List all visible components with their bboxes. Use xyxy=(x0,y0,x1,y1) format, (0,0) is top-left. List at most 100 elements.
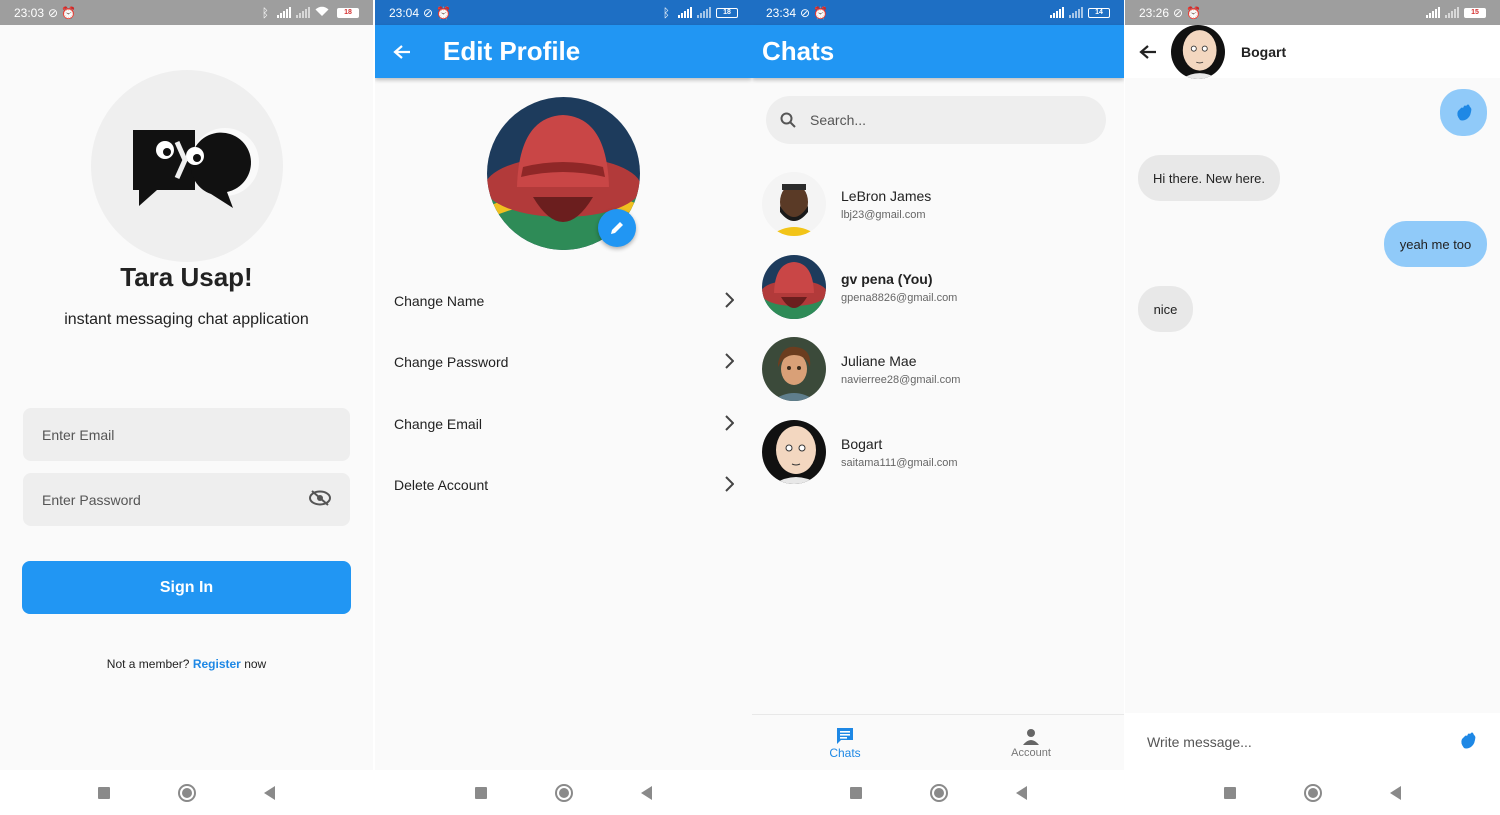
password-field[interactable]: Enter Password xyxy=(23,473,350,526)
signal-icon xyxy=(1445,7,1459,18)
message-placeholder: Write message... xyxy=(1147,734,1252,750)
change-name-row[interactable]: Change Name xyxy=(394,281,735,321)
back-nav-icon[interactable] xyxy=(1015,785,1027,800)
dnd-icon: ⊘ xyxy=(1173,5,1184,20)
back-nav-icon[interactable] xyxy=(1390,785,1401,800)
tab-label: Chats xyxy=(829,745,861,760)
change-email-row[interactable]: Change Email xyxy=(394,404,735,444)
app-subtitle: instant messaging chat application xyxy=(64,311,309,328)
chat-info: Juliane Mae navierree28@gmail.com xyxy=(841,353,960,386)
register-prefix: Not a member? xyxy=(106,657,190,671)
message-input[interactable]: Write message... xyxy=(1125,713,1500,771)
dnd-icon: ⊘ xyxy=(800,5,811,20)
battery-icon: 15 xyxy=(1464,7,1486,18)
back-nav-icon[interactable] xyxy=(264,785,275,800)
status-bar: 23:26 ⊘ ⏰ 15 xyxy=(1125,0,1500,25)
visibility-off-icon[interactable] xyxy=(309,490,331,509)
logo-container xyxy=(91,70,283,262)
search-input[interactable]: Search... xyxy=(766,96,1106,144)
menu-label: Delete Account xyxy=(394,477,489,493)
password-placeholder: Enter Password xyxy=(42,491,141,508)
app-title: Tara Usap! xyxy=(120,262,253,292)
email-field[interactable]: Enter Email xyxy=(23,408,350,461)
alarm-icon: ⏰ xyxy=(61,5,77,20)
signal-icon xyxy=(1050,7,1064,18)
battery-icon: 18 xyxy=(337,7,359,18)
contact-email: navierree28@gmail.com xyxy=(841,373,961,386)
system-nav-bar xyxy=(1125,770,1500,815)
delete-account-row[interactable]: Delete Account xyxy=(394,465,735,505)
recents-icon[interactable] xyxy=(1224,786,1236,799)
avatar xyxy=(1171,24,1225,79)
dnd-icon: ⊘ xyxy=(48,5,59,20)
login-screen: 23:03 ⊘ ⏰ ᛒ 18 Tara Usap! instant messag… xyxy=(0,0,373,815)
waving-hand-icon xyxy=(1456,104,1471,120)
contact-name: gv pena (You) xyxy=(841,270,933,287)
chat-info: Bogart saitama111@gmail.com xyxy=(841,436,958,469)
arrow-back-icon[interactable] xyxy=(1139,44,1157,60)
change-password-row[interactable]: Change Password xyxy=(394,342,735,382)
recents-icon[interactable] xyxy=(98,786,110,799)
search-placeholder: Search... xyxy=(810,112,867,128)
status-bar: 23:03 ⊘ ⏰ ᛒ 18 xyxy=(0,0,373,25)
chevron-right-icon xyxy=(724,291,735,311)
system-nav-bar xyxy=(752,770,1124,815)
status-bar: 23:34 ⊘ ⏰ 14 xyxy=(752,0,1124,25)
battery-icon: 14 xyxy=(1088,7,1110,18)
tab-account[interactable]: Account xyxy=(938,715,1124,770)
status-time: 23:04 xyxy=(389,5,420,20)
home-icon[interactable] xyxy=(1304,783,1322,802)
wifi-icon xyxy=(315,6,329,20)
chat-info: gv pena (You) gpena8826@gmail.com xyxy=(841,271,957,304)
contact-name: Bogart xyxy=(841,435,883,452)
contact-name: Bogart xyxy=(1241,43,1287,60)
chat-list-item[interactable]: Juliane Mae navierree28@gmail.com xyxy=(762,336,1112,402)
chat-list-item[interactable]: gv pena (You) gpena8826@gmail.com xyxy=(762,254,1112,320)
send-wave-button[interactable] xyxy=(1458,731,1478,754)
edit-avatar-button[interactable] xyxy=(598,209,636,247)
message-bubble-out xyxy=(1440,89,1487,136)
home-icon[interactable] xyxy=(178,783,196,802)
system-nav-bar xyxy=(375,770,752,815)
message-bubble-in: Hi there. New here. xyxy=(1138,155,1280,201)
alarm-icon: ⏰ xyxy=(813,5,829,20)
status-time: 23:03 xyxy=(14,5,45,20)
back-nav-icon[interactable] xyxy=(641,785,652,800)
contact-name: Juliane Mae xyxy=(841,352,917,369)
register-link[interactable]: Register xyxy=(193,657,241,671)
chats-screen: 23:34 ⊘ ⏰ 14 Chats Search... LeBron Jame… xyxy=(752,0,1124,815)
message-bubble-in: nice xyxy=(1138,286,1193,332)
dnd-icon: ⊘ xyxy=(423,5,434,20)
bald-hero-avatar xyxy=(762,420,826,484)
edit-profile-screen: 23:04 ⊘ ⏰ ᛒ 18 Edit Profile Change Name … xyxy=(375,0,752,815)
signal-icon xyxy=(678,7,692,18)
chevron-right-icon xyxy=(724,475,735,495)
app-bar: Chats xyxy=(752,25,1124,78)
bottom-navigation: Chats Account xyxy=(752,714,1124,770)
email-placeholder: Enter Email xyxy=(42,426,115,443)
chat-list-item[interactable]: Bogart saitama111@gmail.com xyxy=(762,419,1112,485)
sign-in-button[interactable]: Sign In xyxy=(22,561,351,614)
recents-icon[interactable] xyxy=(475,786,487,799)
battery-icon: 18 xyxy=(716,7,738,18)
chat-icon xyxy=(837,727,853,744)
status-time: 23:26 xyxy=(1139,5,1170,20)
recents-icon[interactable] xyxy=(849,786,862,799)
bluetooth-icon: ᛒ xyxy=(261,5,269,20)
status-time: 23:34 xyxy=(766,5,797,20)
lebron-avatar xyxy=(762,172,826,236)
tab-chats[interactable]: Chats xyxy=(752,715,938,770)
red-hat-avatar xyxy=(762,255,826,319)
menu-label: Change Email xyxy=(394,416,482,432)
arrow-back-icon[interactable] xyxy=(393,44,411,60)
chat-bubbles-logo-icon xyxy=(133,128,259,208)
page-title: Edit Profile xyxy=(443,36,581,66)
home-icon[interactable] xyxy=(555,783,573,802)
chat-list-item[interactable]: LeBron James lbj23@gmail.com xyxy=(762,171,1112,237)
contact-email: saitama111@gmail.com xyxy=(841,456,958,469)
system-nav-bar xyxy=(0,770,373,815)
waving-hand-icon xyxy=(1461,732,1476,748)
home-icon[interactable] xyxy=(929,783,948,802)
app-bar: Edit Profile xyxy=(375,25,752,78)
register-suffix: now xyxy=(244,657,267,671)
